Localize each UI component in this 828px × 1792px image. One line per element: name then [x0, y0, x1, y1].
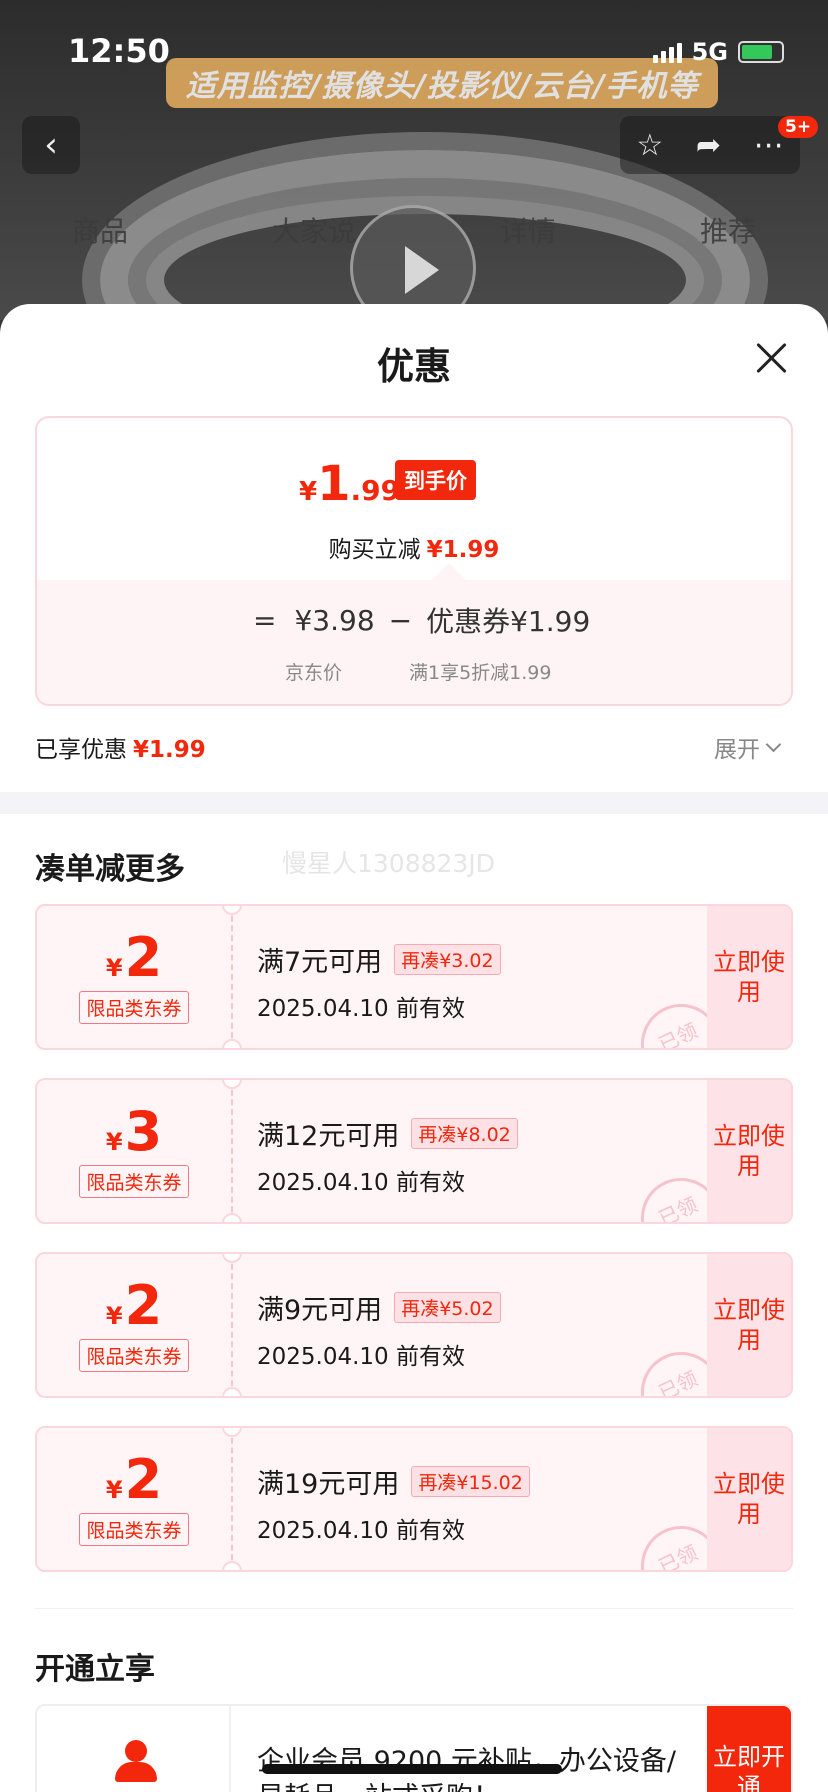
enjoyed-label: 已享优惠 [35, 737, 127, 763]
coupon-condition: 满12元可用 [257, 1121, 400, 1152]
coupon-card: ¥3 限品类东券 满12元可用 再凑¥8.02 2025.04.10 前有效 已领… [35, 1078, 793, 1224]
coupon-condition: 满19元可用 [257, 1469, 400, 1500]
coupon-type: 限品类东券 [79, 1338, 189, 1372]
coupon-notch [222, 1561, 242, 1570]
chevron-left-icon: ‹ [44, 125, 58, 165]
coupon-notch [222, 1039, 242, 1048]
coupon-amount: ¥2 [105, 925, 163, 989]
membership-section-title: 开通立享 [35, 1652, 155, 1687]
sheet-title: 优惠 [377, 345, 451, 388]
price-formula: = ¥3.98 − 优惠券¥1.99 [253, 600, 590, 640]
price-integer: 1 [317, 456, 351, 512]
coupon-condition: 满9元可用 [257, 1295, 383, 1326]
expand-label: 展开 [714, 737, 760, 763]
tab-reviews[interactable]: 大家说 [272, 210, 356, 250]
coupon-type: 限品类东券 [79, 990, 189, 1024]
coupon-date: 2025.04.10 前有效 [257, 1518, 465, 1544]
buy-reduce-value: ¥1.99 [426, 537, 500, 563]
buy-reduce-row: 购买立减 ¥1.99 [37, 530, 791, 564]
coupon-amount: ¥2 [105, 1273, 163, 1337]
use-now-button[interactable]: 立即使用 [707, 1428, 791, 1570]
tab-details[interactable]: 详情 [500, 210, 556, 250]
coupon-amount: ¥3 [105, 1099, 163, 1163]
membership-card: 企业会员 9200 元补贴，办公设备/易耗品一站式采购！ 立即开通 [35, 1704, 793, 1792]
coupon-type: 限品类东券 [79, 1164, 189, 1198]
coupon-card: ¥2 限品类东券 满7元可用 再凑¥3.02 2025.04.10 前有效 已领 … [35, 904, 793, 1050]
jd-price-label: 京东价 [285, 662, 343, 684]
use-now-button[interactable]: 立即使用 [707, 1254, 791, 1396]
watermark: 慢星人1308823JD [282, 849, 495, 878]
product-banner: 适用监控/摄像头/投影仪/云台/手机等 [166, 58, 718, 108]
coupon-date: 2025.04.10 前有效 [257, 1344, 465, 1370]
open-membership-button[interactable]: 立即开通 [707, 1706, 791, 1792]
divider [35, 1608, 793, 1609]
coupon-value: 2 [124, 925, 163, 989]
jd-price: ¥3.98 [294, 603, 375, 637]
home-indicator [262, 1764, 562, 1774]
signal-icon [652, 41, 682, 63]
person-icon [115, 1740, 157, 1784]
use-now-button[interactable]: 立即使用 [707, 906, 791, 1048]
tab-product[interactable]: 商品 [72, 210, 128, 250]
use-now-button[interactable]: 立即使用 [707, 1080, 791, 1222]
close-icon[interactable] [752, 338, 792, 378]
coupon-value: 3 [124, 1099, 163, 1163]
share-icon[interactable]: ➦ [696, 128, 721, 163]
enjoyed-discount: 已享优惠 ¥1.99 [35, 730, 206, 764]
discount-sheet: 优惠 ¥ 1 .99 到手价 购买立减 ¥1.99 = ¥3.98 − 优惠券¥1… [0, 304, 828, 1792]
status-time: 12:50 [68, 32, 170, 70]
coupon-type: 限品类东券 [79, 1512, 189, 1546]
product-tabs: 商品 大家说 详情 推荐 [0, 210, 828, 250]
coupon-value: 2 [124, 1447, 163, 1511]
section-divider [0, 792, 828, 814]
coupon-notch [222, 1213, 242, 1222]
expand-button[interactable]: 展开 [714, 730, 782, 764]
network-label: 5G [691, 38, 728, 66]
equals-sign: = [253, 603, 277, 637]
message-badge: 5+ [778, 116, 819, 138]
coupon-separator [231, 906, 233, 1048]
coupon-extra: 再凑¥5.02 [394, 1292, 501, 1323]
coupon-notch [222, 1387, 242, 1396]
coupon-currency: ¥ [105, 1475, 123, 1504]
top-actions: ☆ ➦ ⋯ [620, 116, 800, 174]
minus-sign: − [388, 603, 413, 637]
coupon-currency: ¥ [105, 953, 123, 982]
chevron-down-icon [765, 736, 782, 752]
battery-icon [738, 41, 784, 63]
price-formula-area: = ¥3.98 − 优惠券¥1.99 京东价 满1享5折减1.99 [37, 580, 791, 704]
status-indicators: 5G [652, 38, 784, 66]
coupon-amount: ¥2 [105, 1447, 163, 1511]
buy-reduce-label: 购买立减 [328, 537, 421, 563]
coupon-condition: 满7元可用 [257, 947, 383, 978]
enjoyed-value: ¥1.99 [133, 737, 206, 763]
price-decimal: .99 [350, 474, 401, 507]
coupon-value: 2 [124, 1273, 163, 1337]
star-icon[interactable]: ☆ [636, 128, 663, 163]
final-price-tag: 到手价 [395, 460, 476, 500]
coupon-separator [231, 1428, 233, 1570]
price-breakdown-card: ¥ 1 .99 到手价 购买立减 ¥1.99 = ¥3.98 − 优惠券¥1.99… [35, 416, 793, 706]
coupon-separator [231, 1080, 233, 1222]
coupon-separator [231, 1254, 233, 1396]
tab-recommend[interactable]: 推荐 [700, 210, 756, 250]
back-button[interactable]: ‹ [22, 116, 80, 174]
coupon-date: 2025.04.10 前有效 [257, 996, 465, 1022]
coupon-discount: 优惠券¥1.99 [426, 605, 591, 638]
final-price: ¥ 1 .99 [299, 456, 400, 512]
coupon-extra: 再凑¥3.02 [394, 944, 501, 975]
coupon-extra: 再凑¥8.02 [411, 1118, 518, 1149]
coupon-card: ¥2 限品类东券 满19元可用 再凑¥15.02 2025.04.10 前有效 已… [35, 1426, 793, 1572]
currency-symbol: ¥ [299, 477, 318, 507]
bundle-section-title: 凑单减更多 [35, 852, 185, 887]
coupon-currency: ¥ [105, 1301, 123, 1330]
coupon-rule: 满1享5折减1.99 [409, 662, 552, 684]
coupon-extra: 再凑¥15.02 [411, 1466, 530, 1497]
coupon-date: 2025.04.10 前有效 [257, 1170, 465, 1196]
coupon-card: ¥2 限品类东券 满9元可用 再凑¥5.02 2025.04.10 前有效 已领 … [35, 1252, 793, 1398]
coupon-currency: ¥ [105, 1127, 123, 1156]
